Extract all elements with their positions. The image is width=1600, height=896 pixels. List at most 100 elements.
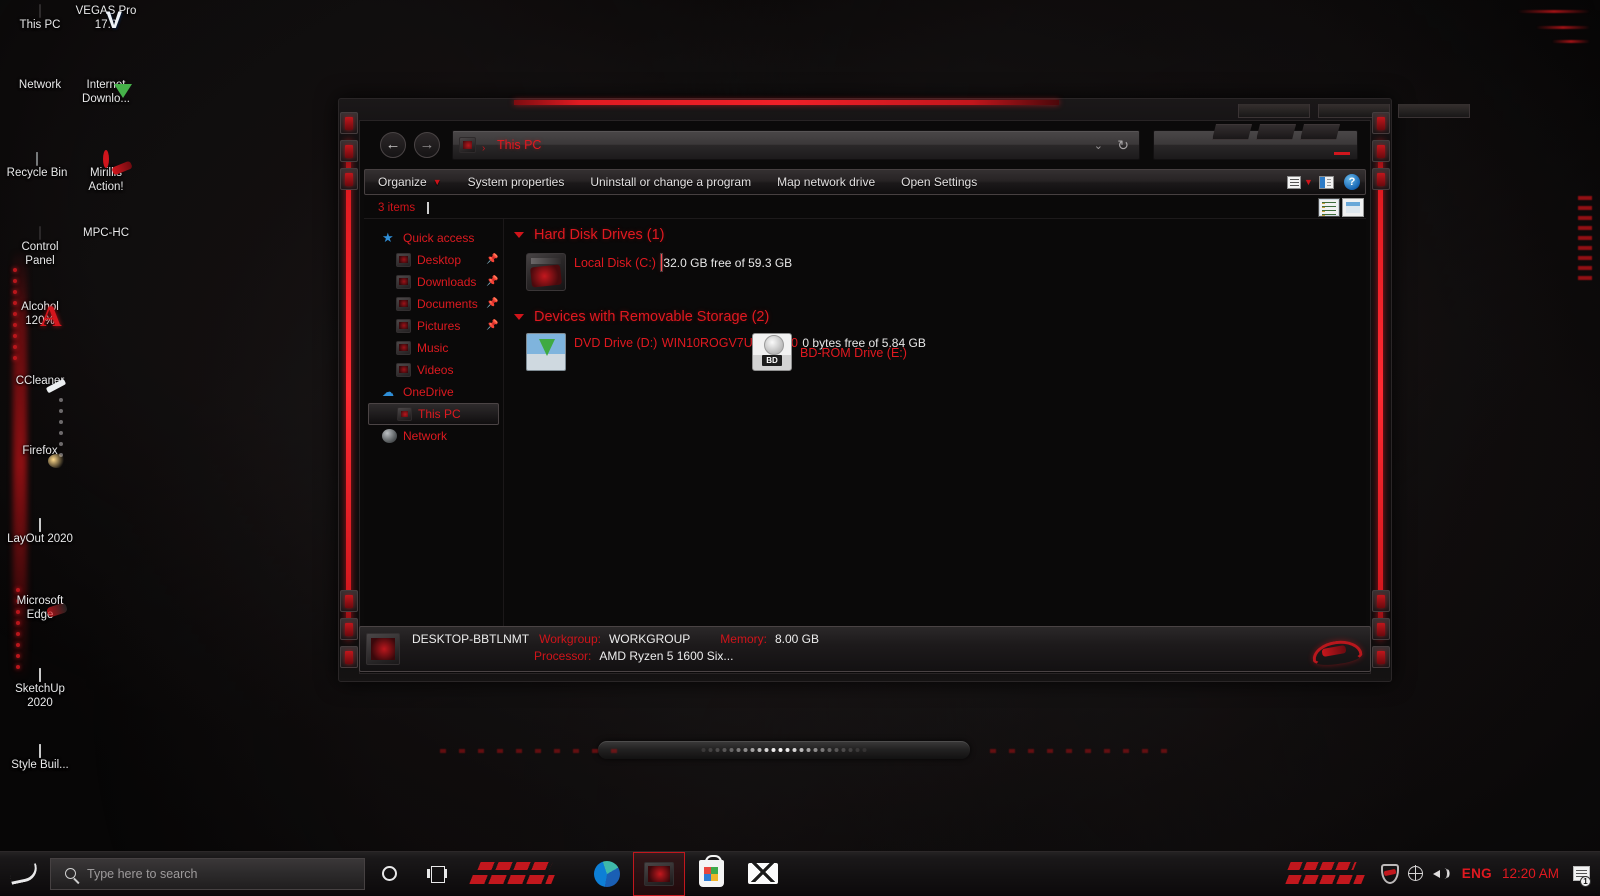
sidebar-item-music[interactable]: Music [364, 337, 503, 359]
desktop-icon-sketchup-2020[interactable]: SketchUp 2020 [6, 668, 74, 710]
volume-icon [1433, 866, 1450, 881]
memory-value: 8.00 GB [775, 631, 819, 648]
sketchup-icon [39, 668, 41, 682]
details-view-button[interactable] [1318, 198, 1340, 217]
window-left-rail [340, 102, 358, 678]
desktop-icon-control-panel[interactable]: Control Panel [6, 226, 74, 268]
group-header-hard-disk-drives[interactable]: Hard Disk Drives (1) [514, 227, 665, 243]
open-settings-button[interactable]: Open Settings [888, 170, 990, 194]
desktop-icon-microsoft-edge[interactable]: Microsoft Edge [6, 594, 74, 622]
options-button[interactable]: ▼ [1287, 170, 1313, 194]
sidebar-item-label: Documents [417, 297, 478, 311]
chevron-down-icon[interactable]: ⌄ [1094, 139, 1103, 152]
rog-shield-icon [1381, 864, 1399, 884]
pin-icon[interactable]: 📌 [486, 276, 496, 288]
tray-volume-button[interactable] [1429, 852, 1455, 896]
sidebar-item-desktop[interactable]: Desktop 📌 [364, 249, 503, 271]
refresh-icon[interactable]: ↻ [1117, 137, 1129, 154]
uninstall-change-program-button[interactable]: Uninstall or change a program [577, 170, 764, 194]
chevron-down-icon [514, 232, 524, 238]
preview-pane-button[interactable] [1313, 170, 1339, 194]
desktop-icon-layout-2020[interactable]: LayOut 2020 [6, 518, 74, 546]
maximize-button[interactable] [1256, 124, 1296, 140]
hard-drive-icon [526, 253, 566, 291]
large-icons-view-button[interactable] [1342, 198, 1364, 217]
sidebar-item-label: OneDrive [403, 385, 454, 399]
system-properties-button[interactable]: System properties [455, 170, 578, 194]
sidebar-item-documents[interactable]: Documents 📌 [364, 293, 503, 315]
rail-notch [340, 140, 358, 162]
minimize-button[interactable] [1212, 124, 1252, 140]
taskbar-app-store[interactable] [685, 852, 737, 896]
forward-button[interactable]: → [414, 132, 440, 158]
organize-menu-button[interactable]: Organize ▼ [365, 170, 455, 194]
rail-notch [340, 590, 358, 612]
tray-rog-button[interactable] [1377, 852, 1403, 896]
sidebar-item-network[interactable]: Network [364, 425, 503, 447]
task-view-icon [427, 866, 447, 881]
desktop-icon-network[interactable]: Network [6, 78, 74, 92]
sidebar-item-label: This PC [418, 407, 461, 421]
desktop-icon-ccleaner[interactable]: CCleaner [6, 374, 74, 388]
cortana-button[interactable] [365, 852, 413, 896]
rail-notch [1372, 618, 1390, 640]
notifications-button[interactable]: 1 [1568, 852, 1594, 896]
rail-notch [1372, 140, 1390, 162]
memory-key: Memory: [720, 631, 767, 648]
layout-icon [39, 518, 41, 532]
file-explorer-window[interactable]: ← → › This PC ⌄ ↻ Organize ▼ [338, 98, 1392, 682]
sidebar-item-videos[interactable]: Videos [364, 359, 503, 381]
desktop-icon-recycle-bin[interactable]: Recycle Bin [3, 152, 71, 180]
sidebar-item-this-pc[interactable]: This PC [368, 403, 499, 425]
rail-notch [1372, 168, 1390, 190]
wallpaper-bottom-dashes-right [990, 749, 1167, 753]
desktop-icon-internet-downlo[interactable]: Internet Downlo... [72, 78, 140, 106]
drive-local-disk-c[interactable]: Local Disk (C:) 32.0 GB free of 59.3 GB [526, 253, 792, 291]
taskbar-app-edge[interactable] [581, 852, 633, 896]
desktop-icon-this-pc[interactable]: This PC [6, 4, 74, 32]
desktop-icon-mirillis-action[interactable]: Mirillis Action! [72, 152, 140, 194]
taskbar-app-explorer[interactable] [633, 852, 685, 896]
taskbar: Type here to search ENG [0, 851, 1600, 895]
pin-icon[interactable]: 📌 [486, 320, 496, 332]
group-header-removable-storage[interactable]: Devices with Removable Storage (2) [514, 309, 769, 325]
back-button[interactable]: ← [380, 132, 406, 158]
desktop-icon-style-buil[interactable]: Style Buil... [6, 744, 74, 772]
sidebar-item-onedrive[interactable]: ☁OneDrive [364, 381, 503, 403]
language-indicator[interactable]: ENG [1455, 866, 1499, 881]
star-icon: ★ [382, 231, 397, 245]
clock[interactable]: 12:20 AM [1499, 866, 1568, 881]
folder-icon [396, 363, 411, 377]
system-tray: ENG 12:20 AM 1 [1257, 852, 1600, 896]
text-cursor [427, 202, 429, 214]
mirillis-icon [103, 150, 109, 168]
desktop-icon-alcohol-120[interactable]: Alcohol 120% [6, 300, 74, 328]
sidebar-item-pictures[interactable]: Pictures📌 [364, 315, 503, 337]
sidebar-item-downloads[interactable]: Downloads📌 [364, 271, 503, 293]
help-button[interactable]: ? [1339, 170, 1365, 194]
pin-icon[interactable]: 📌 [486, 254, 496, 266]
breadcrumb-this-pc[interactable]: This PC [497, 138, 541, 152]
drive-name: DVD Drive (D:) [574, 336, 657, 350]
pin-icon[interactable]: 📌 [486, 298, 496, 310]
task-view-button[interactable] [413, 852, 461, 896]
close-button[interactable] [1300, 124, 1340, 140]
desktop-icon-firefox[interactable]: Firefox [6, 444, 74, 458]
taskbar-app-mail[interactable] [737, 852, 789, 896]
drive-bd-rom-e[interactable]: BD-ROM Drive (E:) [752, 333, 907, 371]
details-row-2: Processor: AMD Ryzen 5 1600 Six... [412, 648, 1308, 665]
desktop-icon-mpc-hc[interactable]: MPC-HC [72, 226, 140, 240]
start-button[interactable] [0, 852, 48, 896]
sidebar-item-label: Desktop [417, 253, 461, 267]
desktop-icon-vegas-pro-17-0[interactable]: VEGAS Pro 17.0 [72, 4, 140, 32]
address-bar[interactable]: › This PC ⌄ ↻ [452, 130, 1140, 160]
content-pane[interactable]: Hard Disk Drives (1) Local Disk (C:) 32.… [504, 219, 1366, 669]
sidebar-item-quick-access[interactable]: ★Quick access [364, 227, 503, 249]
window-body: ★Quick accessDesktop📌Downloads📌Documents… [364, 219, 1366, 669]
file-explorer-icon [644, 862, 674, 886]
window-top-notch-1 [1238, 104, 1310, 118]
map-network-drive-button[interactable]: Map network drive [764, 170, 888, 194]
tray-network-button[interactable] [1403, 852, 1429, 896]
wallpaper-dash-column [1578, 196, 1592, 280]
search-input[interactable]: Type here to search [50, 858, 365, 890]
